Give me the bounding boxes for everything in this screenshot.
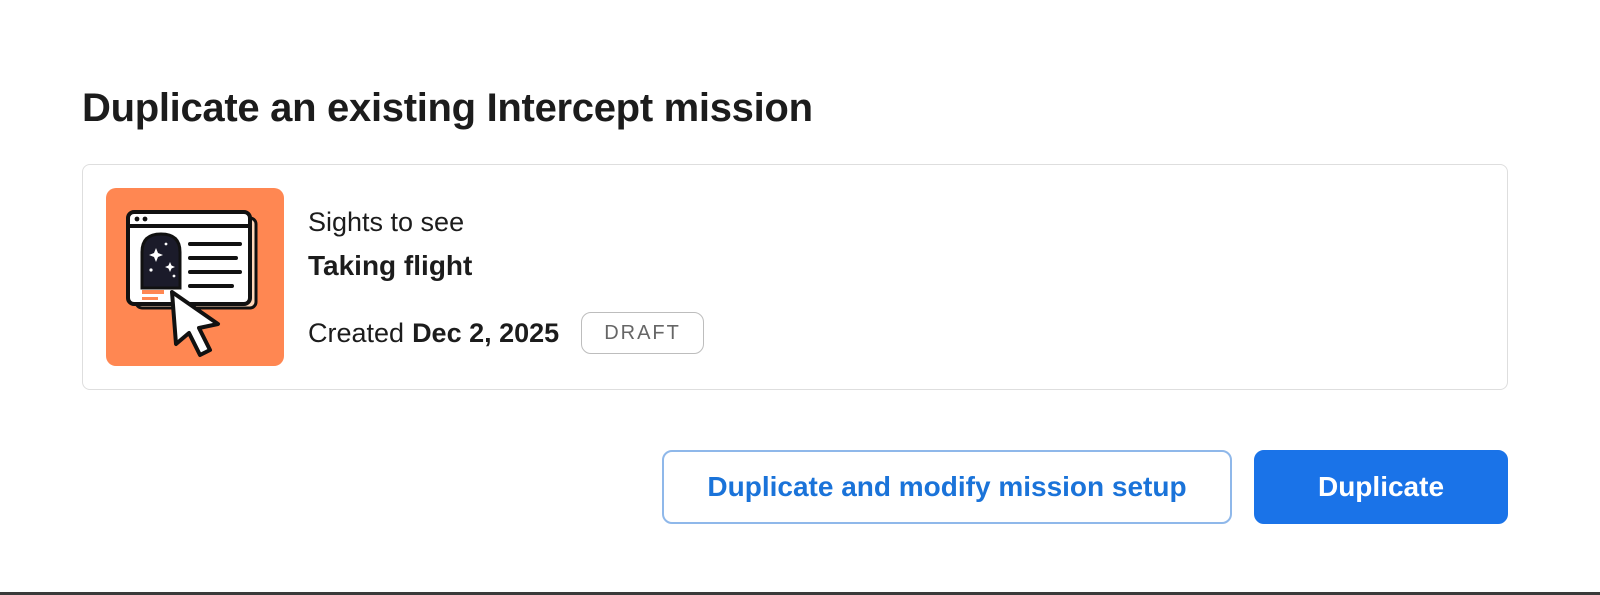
browser-window-cursor-icon (126, 210, 258, 357)
mission-info: Sights to see Taking flight (308, 205, 472, 283)
created-date: Dec 2, 2025 (412, 318, 560, 348)
mission-created-row: Created Dec 2, 2025 DRAFT (308, 312, 704, 354)
duplicate-mission-page: Duplicate an existing Intercept mission (0, 0, 1600, 595)
page-title: Duplicate an existing Intercept mission (82, 86, 813, 130)
mission-card: Sights to see Taking flight Created Dec … (82, 164, 1508, 390)
created-label: Created (308, 318, 405, 348)
mission-name: Taking flight (308, 250, 473, 281)
mission-category: Sights to see (308, 207, 465, 237)
status-badge: DRAFT (581, 312, 704, 354)
mission-thumbnail (106, 188, 284, 366)
duplicate-and-modify-button[interactable]: Duplicate and modify mission setup (662, 450, 1232, 524)
duplicate-button[interactable]: Duplicate (1254, 450, 1508, 524)
